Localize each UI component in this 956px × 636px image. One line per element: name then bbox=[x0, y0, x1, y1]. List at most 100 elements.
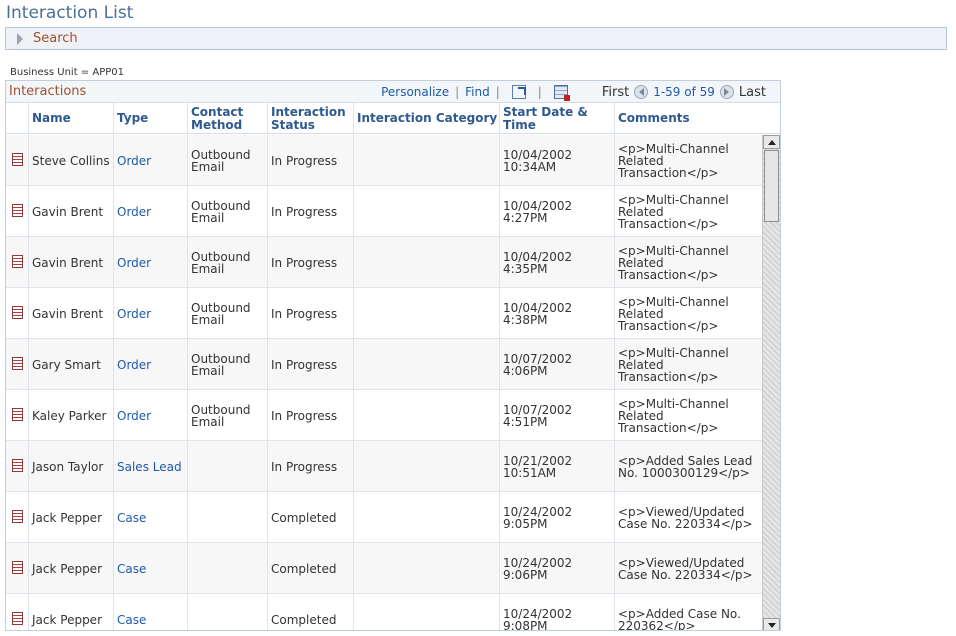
find-link[interactable]: Find bbox=[465, 85, 490, 99]
previous-page-icon[interactable] bbox=[634, 85, 649, 99]
col-name-cell: Jack Pepper bbox=[28, 492, 113, 543]
col-name-cell: Gavin Brent bbox=[28, 237, 113, 288]
grid-header: Interactions Personalize | Find | | Firs… bbox=[6, 81, 780, 103]
col-start-date-cell: 10/24/2002 9:06PM bbox=[499, 543, 614, 594]
col-interaction-status-cell: In Progress bbox=[267, 288, 353, 339]
col-start-date-cell: 10/24/2002 9:08PM bbox=[499, 594, 614, 630]
search-section-toggle[interactable]: Search bbox=[5, 27, 947, 50]
column-headers: Name Type Contact Method Interaction Status In… bbox=[6, 103, 780, 134]
col-interaction-category-cell bbox=[353, 288, 499, 339]
grid-navigation: Personalize | Find | | First 1-59 of 59 … bbox=[381, 82, 768, 102]
last-label: Last bbox=[738, 84, 766, 100]
table-row: Gavin Brent Order Outbound Email In Progress… bbox=[6, 237, 763, 288]
col-interaction-status-cell: In Progress bbox=[267, 135, 353, 186]
col-comments-cell: <p>Viewed/Updated Case No. 220334</p> bbox=[614, 543, 763, 594]
col-start-date-cell: 10/04/2002 10:34AM bbox=[499, 135, 614, 186]
col-type-cell[interactable]: Order bbox=[113, 390, 187, 441]
col-type-cell[interactable]: Case bbox=[113, 594, 187, 630]
col-start-date-cell: 10/04/2002 4:27PM bbox=[499, 186, 614, 237]
grid-rows: Steve Collins Order Outbound Email In Progre… bbox=[6, 135, 763, 630]
interaction-detail-icon[interactable] bbox=[12, 306, 23, 319]
col-contact-method-cell: Outbound Email bbox=[187, 135, 267, 186]
col-comments-cell: <p>Multi-Channel Related Transaction</p> bbox=[614, 288, 763, 339]
download-spreadsheet-icon[interactable] bbox=[553, 85, 570, 101]
col-type-cell[interactable]: Order bbox=[113, 135, 187, 186]
new-window-icon[interactable] bbox=[511, 85, 526, 99]
col-start-date-cell: 10/21/2002 10:51AM bbox=[499, 441, 614, 492]
col-type-cell[interactable]: Order bbox=[113, 186, 187, 237]
separator: | bbox=[537, 85, 542, 99]
col-type-cell[interactable]: Case bbox=[113, 543, 187, 594]
col-type-header[interactable]: Type bbox=[113, 103, 187, 134]
col-type-cell[interactable]: Case bbox=[113, 492, 187, 543]
business-unit-label: Business Unit = APP01 bbox=[10, 67, 124, 78]
col-interaction-category-cell bbox=[353, 390, 499, 441]
col-interaction-status-header[interactable]: Interaction Status bbox=[267, 103, 353, 134]
col-interaction-category-cell bbox=[353, 237, 499, 288]
col-name-cell: Steve Collins bbox=[28, 135, 113, 186]
col-type-cell[interactable]: Order bbox=[113, 237, 187, 288]
col-interaction-status-cell: Completed bbox=[267, 492, 353, 543]
interaction-detail-icon[interactable] bbox=[12, 459, 23, 472]
vertical-scrollbar[interactable] bbox=[762, 135, 780, 630]
col-interaction-category-cell bbox=[353, 441, 499, 492]
col-start-date-header[interactable]: Start Date & Time bbox=[499, 103, 614, 134]
table-row: Steve Collins Order Outbound Email In Progre… bbox=[6, 135, 763, 186]
col-name-cell: Jack Pepper bbox=[28, 543, 113, 594]
col-contact-method-cell bbox=[187, 441, 267, 492]
col-start-date-cell: 10/07/2002 4:51PM bbox=[499, 390, 614, 441]
col-interaction-category-cell bbox=[353, 594, 499, 630]
table-row: Jack Pepper Case Completed 10/24/2002 9:06PM… bbox=[6, 543, 763, 594]
page-title: Interaction List bbox=[6, 3, 134, 23]
col-interaction-status-cell: In Progress bbox=[267, 186, 353, 237]
col-comments-cell: <p>Multi-Channel Related Transaction</p> bbox=[614, 186, 763, 237]
col-comments-header[interactable]: Comments bbox=[614, 103, 763, 134]
next-page-icon[interactable] bbox=[719, 85, 734, 99]
col-interaction-category-cell bbox=[353, 186, 499, 237]
col-contact-method-cell: Outbound Email bbox=[187, 237, 267, 288]
col-start-date-cell: 10/24/2002 9:05PM bbox=[499, 492, 614, 543]
scroll-up-icon[interactable] bbox=[763, 135, 780, 149]
first-label: First bbox=[601, 84, 630, 100]
col-interaction-category-cell bbox=[353, 135, 499, 186]
interaction-detail-icon[interactable] bbox=[12, 612, 23, 625]
scroll-down-icon[interactable] bbox=[763, 618, 780, 630]
col-comments-cell: <p>Added Case No. 220362</p> bbox=[614, 594, 763, 630]
separator: | bbox=[495, 85, 500, 99]
interaction-detail-icon[interactable] bbox=[12, 561, 23, 574]
col-type-cell[interactable]: Sales Lead bbox=[113, 441, 187, 492]
search-label: Search bbox=[33, 31, 78, 46]
col-contact-method-cell: Outbound Email bbox=[187, 288, 267, 339]
col-name-cell: Kaley Parker bbox=[28, 390, 113, 441]
col-name-header[interactable]: Name bbox=[28, 103, 113, 134]
table-row: Gary Smart Order Outbound Email In Progress 1… bbox=[6, 339, 763, 390]
col-comments-cell: <p>Multi-Channel Related Transaction</p> bbox=[614, 135, 763, 186]
col-interaction-status-cell: In Progress bbox=[267, 441, 353, 492]
col-interaction-status-cell: In Progress bbox=[267, 390, 353, 441]
col-type-cell[interactable]: Order bbox=[113, 288, 187, 339]
col-contact-method-cell bbox=[187, 594, 267, 630]
col-name-cell: Gavin Brent bbox=[28, 186, 113, 237]
col-interaction-category-cell bbox=[353, 543, 499, 594]
col-name-cell: Gavin Brent bbox=[28, 288, 113, 339]
interaction-detail-icon[interactable] bbox=[12, 408, 23, 421]
col-interaction-status-cell: Completed bbox=[267, 543, 353, 594]
interaction-detail-icon[interactable] bbox=[12, 204, 23, 217]
col-start-date-cell: 10/04/2002 4:38PM bbox=[499, 288, 614, 339]
col-comments-cell: <p>Added Sales Lead No. 1000300129</p> bbox=[614, 441, 763, 492]
table-row: Kaley Parker Order Outbound Email In Progres… bbox=[6, 390, 763, 441]
col-interaction-category-header[interactable]: Interaction Category bbox=[353, 103, 499, 134]
scroll-thumb[interactable] bbox=[764, 150, 779, 222]
interaction-detail-icon[interactable] bbox=[12, 510, 23, 523]
interactions-grid: Interactions Personalize | Find | | Firs… bbox=[5, 80, 781, 631]
col-comments-cell: <p>Viewed/Updated Case No. 220334</p> bbox=[614, 492, 763, 543]
interaction-detail-icon[interactable] bbox=[12, 255, 23, 268]
personalize-link[interactable]: Personalize bbox=[381, 85, 449, 99]
col-contact-method-header[interactable]: Contact Method bbox=[187, 103, 267, 134]
interaction-detail-icon[interactable] bbox=[12, 357, 23, 370]
col-contact-method-cell: Outbound Email bbox=[187, 390, 267, 441]
col-interaction-category-cell bbox=[353, 339, 499, 390]
col-type-cell[interactable]: Order bbox=[113, 339, 187, 390]
col-contact-method-cell: Outbound Email bbox=[187, 339, 267, 390]
interaction-detail-icon[interactable] bbox=[12, 153, 23, 166]
